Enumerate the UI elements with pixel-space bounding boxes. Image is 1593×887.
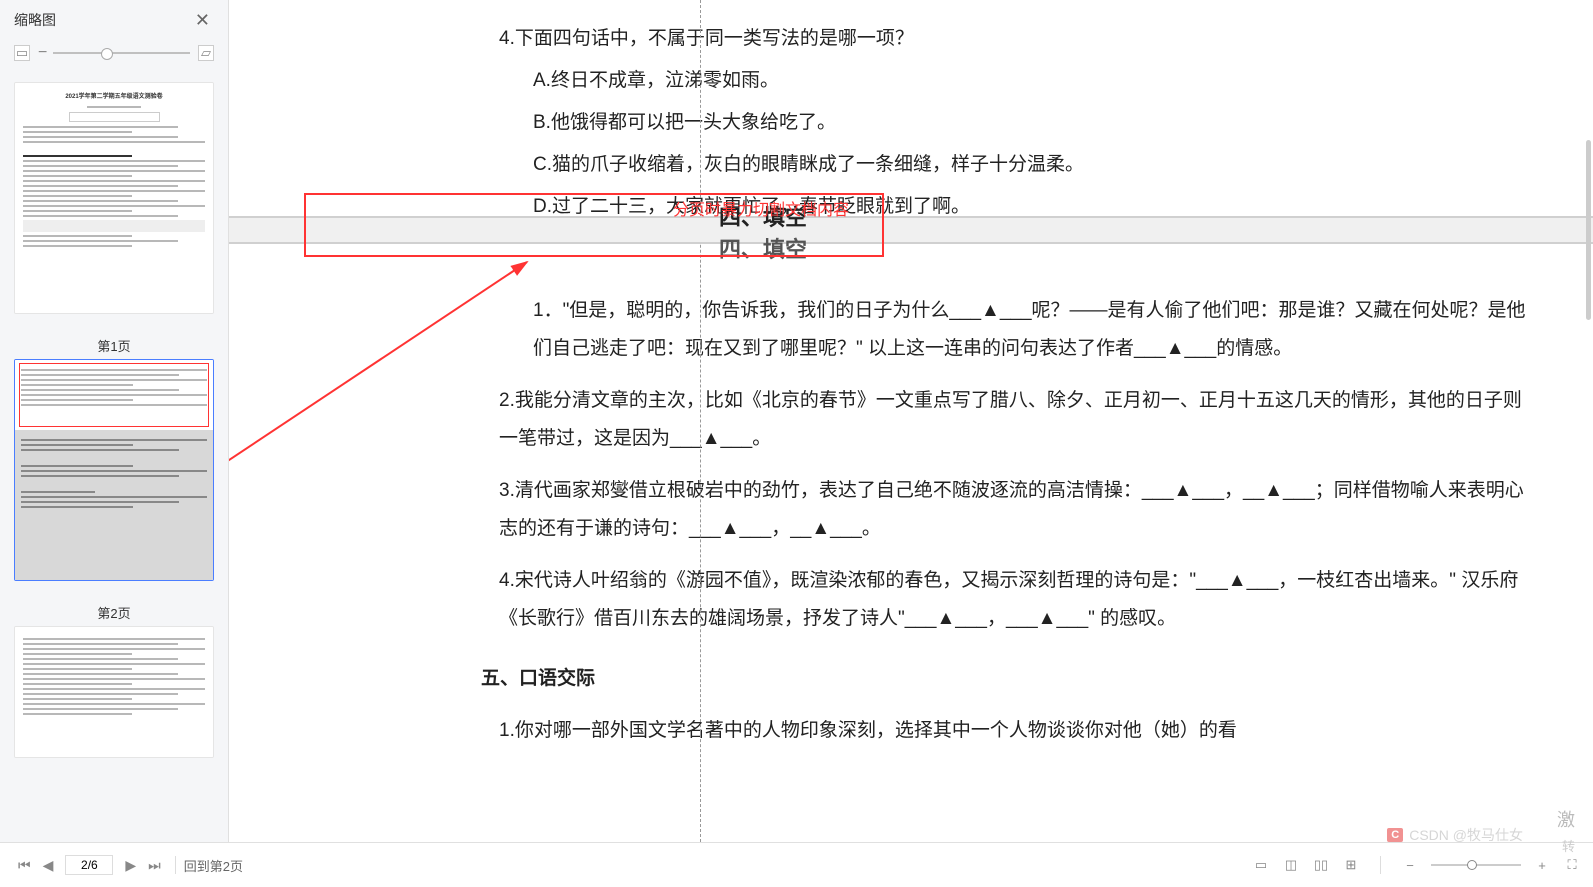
sidebar-controls: ▭ − ▱ — [0, 40, 228, 74]
next-page-button[interactable]: ▶ — [119, 857, 142, 874]
fill-blank-4: 4.宋代诗人叶绍翁的《游园不值》，既渲染浓郁的春色，又揭示深刻哲理的诗句是："_… — [499, 562, 1533, 638]
thumb-zoom-slider[interactable] — [53, 52, 190, 54]
divider — [175, 856, 176, 874]
thumbnail-sidebar: 缩略图 ✕ ▭ − ▱ 2021学年第二学期五年级语文测验卷 — [0, 0, 229, 842]
close-icon[interactable]: ✕ — [191, 10, 214, 31]
view-mode-4-icon[interactable]: ⊞ — [1342, 856, 1360, 874]
option-c: C.猫的爪子收缩着，灰白的眼睛眯成了一条细缝，样子十分温柔。 — [499, 146, 1533, 184]
document-content: 4.下面四句话中，不属于同一类写法的是哪一项？ A.终日不成章，泣涕零如雨。 B… — [229, 0, 1593, 750]
fullscreen-icon[interactable]: ⛶ — [1563, 856, 1581, 874]
divider — [1380, 856, 1381, 874]
thumbnail-list[interactable]: 2021学年第二学期五年级语文测验卷 第1页 — [0, 74, 228, 842]
status-bar: ⏮ ◀ ▶ ⏭ 回到第2页 ▭ ◫ ▯▯ ⊞ − + ⛶ — [0, 842, 1593, 887]
view-mode-1-icon[interactable]: ▭ — [1252, 856, 1270, 874]
csdn-watermark: C CSDN @牧马仕女 — [1387, 825, 1523, 845]
zoom-out-icon[interactable]: − — [38, 44, 47, 62]
thumbnail-image — [15, 360, 213, 580]
status-bar-right: ▭ ◫ ▯▯ ⊞ − + ⛶ — [1252, 856, 1581, 874]
thumb-zoom-slider-wrap: − — [38, 44, 190, 62]
view-mode-3-icon[interactable]: ▯▯ — [1312, 856, 1330, 874]
annotation-red-label: 分页时暴力切割文档内容 — [673, 196, 849, 220]
zoom-slider[interactable] — [1431, 864, 1521, 866]
question-stem: 4.下面四句话中，不属于同一类写法的是哪一项？ — [499, 20, 1533, 58]
fit-width-icon[interactable]: ▭ — [14, 45, 30, 61]
zoom-out-icon[interactable]: − — [1401, 856, 1419, 874]
first-page-button[interactable]: ⏮ — [12, 857, 37, 874]
option-a: A.终日不成章，泣涕零如雨。 — [499, 62, 1533, 100]
fill-blank-1: 1．"但是，聪明的，你告诉我，我们的日子为什么___▲___呢？——是有人偷了他… — [499, 292, 1533, 368]
thumbnail-image — [15, 627, 213, 757]
csdn-badge-icon: C — [1387, 828, 1403, 842]
sidebar-header: 缩略图 ✕ — [0, 0, 228, 40]
fill-blank-3: 3.清代画家郑燮借立根破岩中的劲竹，表达了自己绝不随波逐流的高洁情操：___▲_… — [499, 472, 1533, 548]
csdn-watermark-text: CSDN @牧马仕女 — [1409, 825, 1523, 845]
back-to-page-link[interactable]: 回到第2页 — [184, 856, 243, 875]
thumbnail-page-2[interactable] — [14, 359, 214, 581]
fit-page-icon[interactable]: ▱ — [198, 45, 214, 61]
page-margin-guide — [700, 0, 701, 842]
sidebar-title: 缩略图 — [14, 10, 56, 30]
thumbnail-image: 2021学年第二学期五年级语文测验卷 — [15, 83, 213, 313]
scrollbar-thumb[interactable] — [1586, 140, 1591, 320]
thumbnail-page-3[interactable] — [14, 626, 214, 758]
vertical-scrollbar[interactable] — [1585, 0, 1591, 842]
option-b: B.他饿得都可以把一头大象给吃了。 — [499, 104, 1533, 142]
fill-blank-2: 2.我能分清文章的主次，比如《北京的春节》一文重点写了腊八、除夕、正月初一、正月… — [499, 382, 1533, 458]
page-number-input[interactable] — [65, 855, 113, 875]
thumbnail-label: 第1页 — [14, 326, 214, 359]
last-page-button[interactable]: ⏭ — [142, 857, 167, 874]
thumbnail-label: 第2页 — [14, 593, 214, 626]
watermark-line1: 激 — [1557, 806, 1575, 832]
zoom-in-icon[interactable]: + — [1533, 856, 1551, 874]
thumbnail-page-1[interactable]: 2021学年第二学期五年级语文测验卷 — [14, 82, 214, 314]
document-viewport[interactable]: 四、填空 四、填空 分页时暴力切割文档内容 4.下面四句话中，不属于同一类写法的… — [229, 0, 1593, 842]
section-5-title: 五、口语交际 — [481, 660, 1533, 698]
view-mode-2-icon[interactable]: ◫ — [1282, 856, 1300, 874]
prev-page-button[interactable]: ◀ — [37, 857, 60, 874]
watermark-line2: 转 — [1562, 836, 1575, 855]
speaking-q1: 1.你对哪一部外国文学名著中的人物印象深刻，选择其中一个人物谈谈你对他（她）的看 — [499, 712, 1533, 750]
